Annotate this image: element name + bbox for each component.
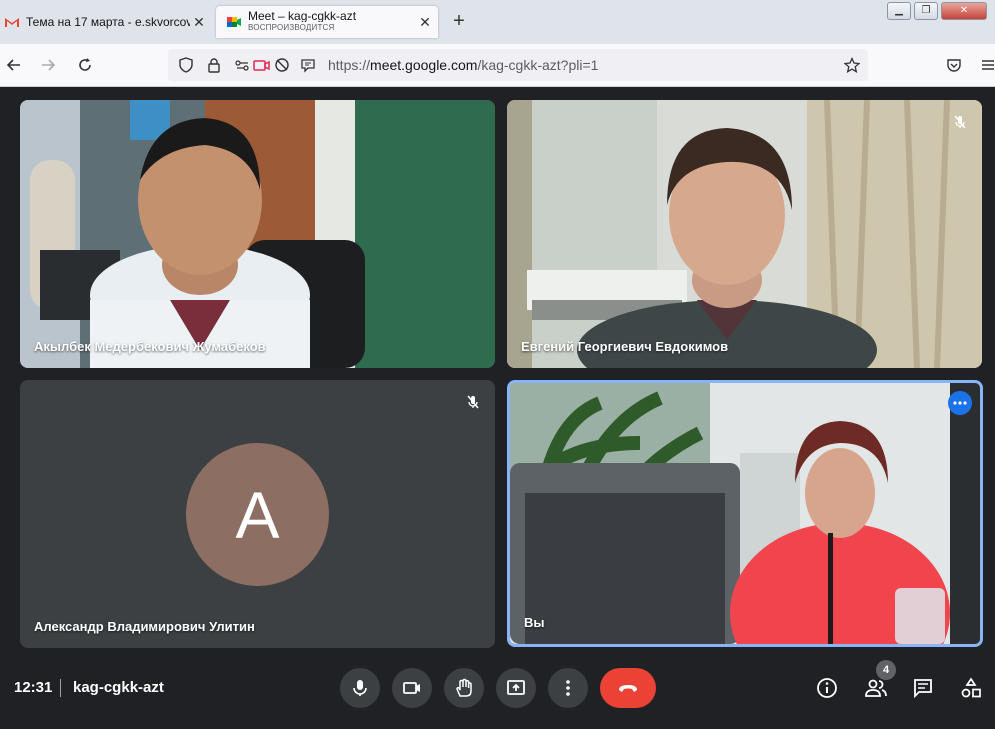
- chat-button[interactable]: [909, 674, 937, 702]
- close-tab-icon[interactable]: ✕: [416, 14, 434, 31]
- url-text[interactable]: https://meet.google.com/kag-cgkk-azt?pli…: [328, 57, 598, 73]
- participant-video: [20, 100, 495, 368]
- pocket-icon[interactable]: [944, 55, 964, 75]
- more-options-icon[interactable]: [948, 391, 972, 415]
- divider: [60, 679, 61, 697]
- avatar: A: [186, 443, 329, 586]
- participant-tile[interactable]: Акылбек Медербекович Жумабеков: [20, 100, 495, 368]
- tab-strip: Тема на 17 марта - e.skvorcova ✕ Meet – …: [0, 0, 995, 44]
- participant-tile[interactable]: A Александр Владимирович Улитин: [20, 380, 495, 648]
- navigation-bar: https://meet.google.com/kag-cgkk-azt?pli…: [0, 44, 995, 87]
- chat-icon: [914, 679, 932, 699]
- meeting-code: kag-cgkk-azt: [73, 679, 164, 696]
- activities-icon: [961, 677, 981, 698]
- autoplay-blocked-icon[interactable]: [272, 55, 292, 75]
- present-screen-button[interactable]: [496, 668, 536, 708]
- participant-name: Вы: [524, 615, 545, 630]
- bookmark-star-icon[interactable]: [842, 55, 862, 75]
- participant-name: Акылбек Медербекович Жумабеков: [34, 339, 266, 354]
- tab-playing-label: ВОСПРОИЗВОДИТСЯ: [248, 23, 335, 32]
- restore-icon[interactable]: ❐: [914, 2, 938, 20]
- participant-video: [507, 100, 982, 368]
- shield-icon[interactable]: [176, 55, 196, 75]
- current-time: 12:31: [14, 679, 53, 696]
- camera-button[interactable]: [392, 668, 432, 708]
- window-close-icon[interactable]: ✕: [941, 2, 987, 20]
- more-options-button[interactable]: [548, 668, 588, 708]
- self-tile[interactable]: Вы: [507, 380, 983, 647]
- tab-title: Meet – kag-cgkk-azt: [248, 10, 357, 22]
- raise-hand-button[interactable]: [444, 668, 484, 708]
- window-controls: ▁ ❐ ✕: [884, 2, 987, 20]
- muted-mic-icon: [461, 390, 485, 414]
- hang-up-icon: [619, 685, 637, 692]
- participant-tile[interactable]: Евгений Георгиевич Евдокимов: [507, 100, 982, 368]
- more-vert-icon: [566, 680, 570, 696]
- close-tab-icon[interactable]: ✕: [190, 14, 208, 31]
- participant-name: Евгений Георгиевич Евдокимов: [521, 339, 729, 354]
- gmail-icon: [5, 18, 19, 27]
- url-host: meet.google.com: [370, 57, 478, 73]
- meet-icon: [227, 17, 241, 27]
- menu-icon[interactable]: [978, 55, 995, 75]
- reload-icon[interactable]: [75, 55, 95, 75]
- tab-meet[interactable]: Meet – kag-cgkk-azt ВОСПРОИЗВОДИТСЯ ✕: [216, 6, 438, 38]
- url-bar[interactable]: https://meet.google.com/kag-cgkk-azt?pli…: [168, 49, 868, 81]
- microphone-icon: [353, 680, 367, 696]
- present-icon: [507, 680, 525, 695]
- hand-icon: [456, 678, 472, 697]
- muted-mic-icon: [948, 110, 972, 134]
- activities-button[interactable]: [957, 674, 985, 702]
- people-button[interactable]: [862, 674, 890, 702]
- url-path: /kag-cgkk-azt?pli=1: [477, 57, 599, 73]
- meeting-details-button[interactable]: [813, 674, 841, 702]
- self-video: [510, 383, 980, 644]
- end-call-button[interactable]: [600, 668, 656, 708]
- camera-active-icon[interactable]: [252, 55, 272, 75]
- new-tab-button[interactable]: +: [448, 10, 470, 33]
- reader-view-icon[interactable]: [298, 55, 318, 75]
- people-icon: [865, 679, 887, 697]
- back-icon[interactable]: [4, 55, 24, 75]
- info-icon: [817, 678, 837, 698]
- tab-gmail[interactable]: Тема на 17 марта - e.skvorcova ✕: [0, 6, 212, 38]
- lock-icon[interactable]: [204, 55, 224, 75]
- camera-icon: [403, 682, 420, 694]
- minimize-icon[interactable]: ▁: [887, 2, 911, 20]
- microphone-button[interactable]: [340, 668, 380, 708]
- forward-icon[interactable]: [38, 55, 58, 75]
- url-prefix: https://: [328, 57, 371, 73]
- tab-title: Тема на 17 марта - e.skvorcova: [26, 15, 190, 29]
- permissions-icon[interactable]: [232, 55, 252, 75]
- participant-name: Александр Владимирович Улитин: [34, 619, 255, 634]
- meeting-controls-bar: 12:31 kag-cgkk-azt 4: [0, 650, 995, 729]
